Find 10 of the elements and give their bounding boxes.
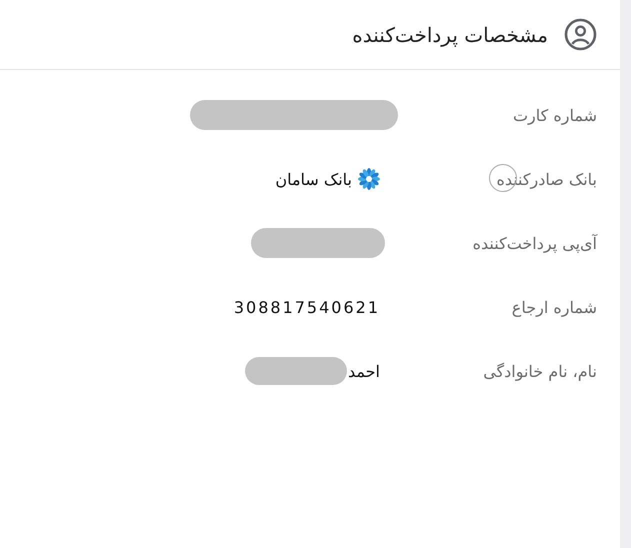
field-label: آی‌پی پرداخت‌کننده (472, 234, 597, 252)
flower-icon (358, 168, 380, 190)
person-name: احمد (348, 362, 380, 380)
field-label: شماره کارت (512, 106, 597, 124)
reference-number: 308817540621 (234, 298, 380, 316)
field-label: نام، نام خانوادگی (483, 362, 597, 380)
page-title: مشخصات پرداخت‌کننده (352, 22, 548, 46)
field-label: شماره ارجاع (512, 298, 597, 316)
bank-name: بانک سامان (275, 170, 352, 188)
user-icon (564, 18, 597, 51)
